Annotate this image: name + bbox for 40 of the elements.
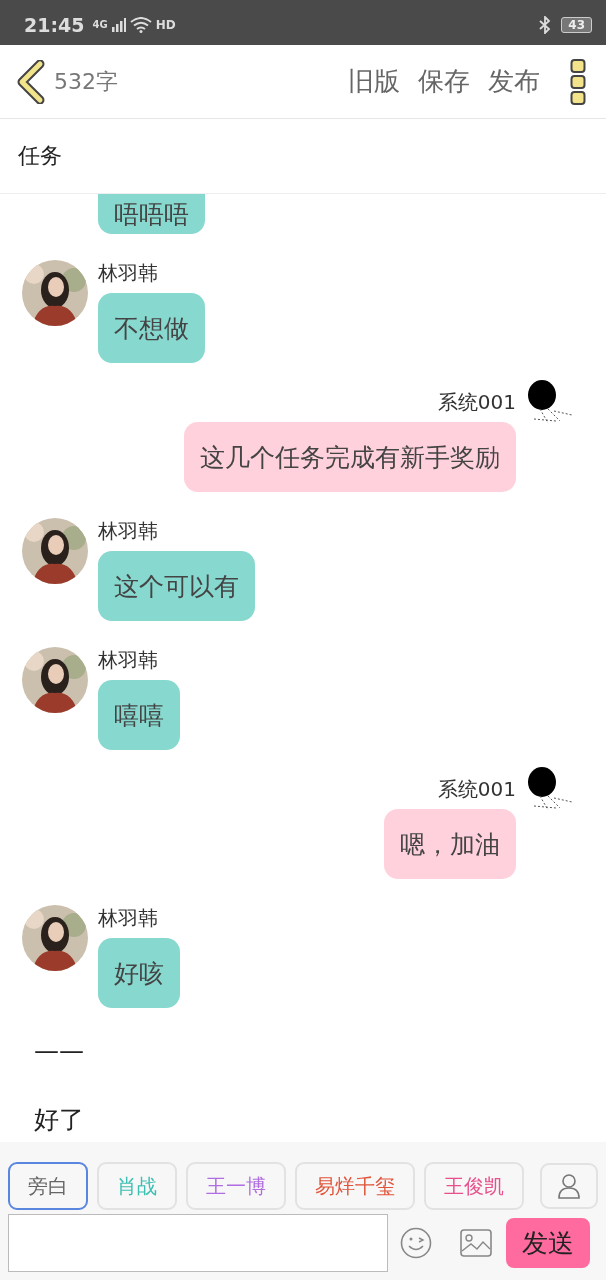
sender-name: 系统001: [437, 389, 516, 416]
message-input[interactable]: [8, 1214, 388, 1272]
clock: 21:45: [24, 13, 85, 36]
hd-label: HD: [155, 17, 176, 32]
network-type: 4G: [92, 19, 108, 30]
image-icon[interactable]: [460, 1229, 492, 1257]
header-action[interactable]: 保存: [418, 64, 470, 99]
wifi-icon: [129, 16, 152, 33]
sender-name: 林羽韩: [98, 905, 158, 932]
message-bubble: 唔唔唔: [98, 194, 205, 234]
menu-icon: [570, 57, 586, 106]
person-icon: [557, 1173, 581, 1199]
chapter-title: 任务: [18, 142, 62, 170]
sender-name: 林羽韩: [98, 260, 158, 287]
header-action[interactable]: 旧版: [348, 64, 400, 99]
message-bubble: 不想做: [98, 293, 205, 363]
message-bubble: 这几个任务完成有新手奖励: [184, 422, 516, 492]
role-chip[interactable]: 王俊凯: [424, 1162, 524, 1210]
message-bubble: 嗯，加油: [384, 809, 516, 879]
signal-icon: [111, 17, 126, 32]
menu-button[interactable]: [570, 57, 586, 106]
message-bubble: 好咳: [98, 938, 180, 1008]
person-button[interactable]: [540, 1163, 598, 1209]
header-action[interactable]: 发布: [488, 64, 540, 99]
narration-text: 好了: [33, 1104, 85, 1136]
bluetooth-icon: [539, 15, 552, 34]
sender-name: 林羽韩: [98, 518, 158, 545]
role-chip[interactable]: 易烊千玺: [295, 1162, 415, 1210]
emoji-icon[interactable]: [400, 1227, 432, 1259]
role-chip[interactable]: 王一博: [186, 1162, 286, 1210]
sender-name: 系统001: [437, 776, 516, 803]
back-icon[interactable]: [16, 59, 46, 104]
battery-indicator: 43: [561, 16, 592, 33]
role-chip[interactable]: 旁白: [8, 1162, 88, 1210]
message-bubble: 这个可以有: [98, 551, 255, 621]
message-bubble: 嘻嘻: [98, 680, 180, 750]
sender-name: 林羽韩: [98, 647, 158, 674]
word-count: 532字: [54, 67, 118, 96]
narration-text: ——: [33, 1036, 85, 1065]
send-button[interactable]: 发送: [506, 1218, 590, 1268]
